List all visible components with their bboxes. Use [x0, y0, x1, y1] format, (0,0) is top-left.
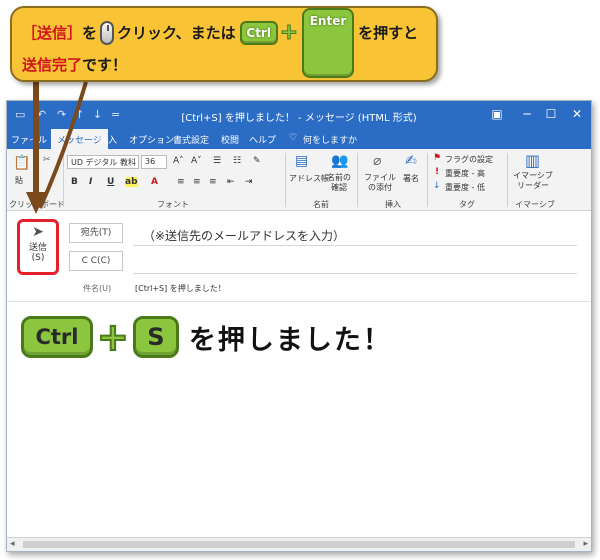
- enter-key-icon: Enter: [302, 8, 354, 78]
- mouse-icon: [100, 20, 115, 45]
- pointer-arrow-icon: [26, 80, 88, 214]
- plus-icon: +: [279, 20, 299, 46]
- callout-click-text: クリック、または: [117, 24, 236, 42]
- callout-wo: を: [82, 24, 98, 42]
- callout-line-2: 送信完了 です！: [22, 54, 127, 75]
- callout-press-text: を押すと: [358, 24, 419, 42]
- callout-desu: です！: [82, 56, 128, 74]
- ctrl-key-icon: Ctrl: [239, 20, 278, 45]
- callout-send-text: ［送信］: [22, 24, 83, 42]
- callout-line-1: ［送信］ を クリック、または Ctrl + を押すと: [22, 20, 419, 46]
- callout-send-done: 送信完了: [22, 56, 83, 74]
- instruction-callout: ［送信］ を クリック、または Ctrl + を押すと 送信完了 です！: [10, 6, 438, 82]
